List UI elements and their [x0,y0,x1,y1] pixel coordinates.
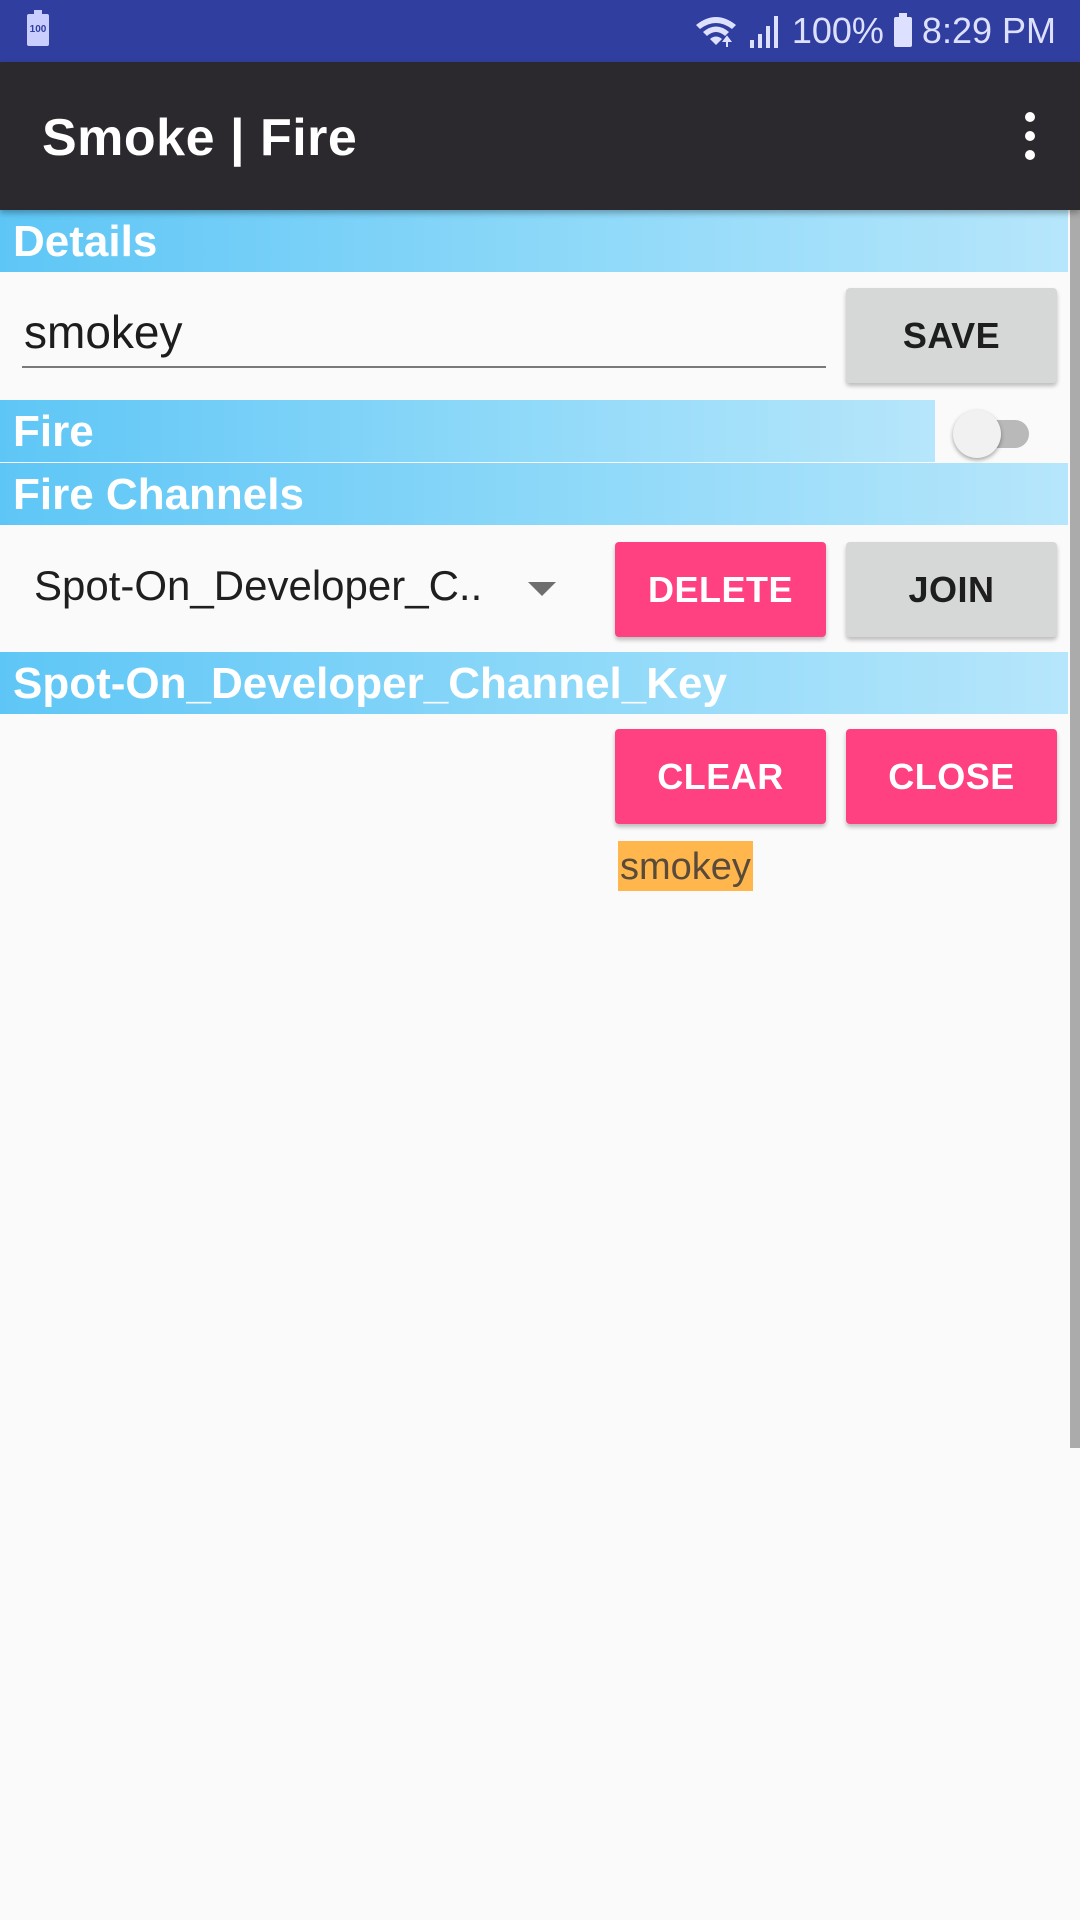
battery-icon [893,13,912,47]
delete-button[interactable]: DELETE [615,542,826,637]
fire-channels-header: Fire Channels [0,463,1068,525]
battery-saver-label: 100 [29,24,47,35]
status-time: 8:29 PM [921,10,1056,51]
fire-toggle[interactable] [953,408,1037,458]
dropdown-arrow-icon [528,582,556,596]
chat-message: smokey [618,841,753,891]
close-button[interactable]: CLOSE [846,729,1057,824]
channel-key-header: Spot-On_Developer_Channel_Key [0,652,1068,714]
scrollbar[interactable] [1070,210,1080,1448]
selected-channel: Spot-On_Developer_C.. [34,562,483,609]
fire-header: Fire [0,400,935,462]
battery-percent: 100% [791,10,884,51]
wifi-icon [695,17,736,47]
battery-saver-icon: 100 [27,10,49,46]
status-icons: 100% 8:29 PM [694,8,1056,54]
app-title: Smoke | Fire [42,109,358,167]
app-bar: Smoke | Fire [0,62,1080,210]
status-bar: 100 100% 8:29 PM [0,0,1080,62]
signal-icon [749,16,778,48]
save-button[interactable]: SAVE [846,288,1057,383]
join-button[interactable]: JOIN [846,542,1057,637]
channel-dropdown[interactable]: Spot-On_Developer_C.. [20,548,575,632]
toggle-thumb [953,410,1001,458]
overflow-menu-icon[interactable] [1006,106,1056,166]
clear-button[interactable]: CLEAR [615,729,826,824]
screen: 100 100% 8:29 PM Smoke | Fire Details sm… [0,0,1080,1920]
details-header: Details [0,210,1068,272]
name-input[interactable] [22,298,826,368]
